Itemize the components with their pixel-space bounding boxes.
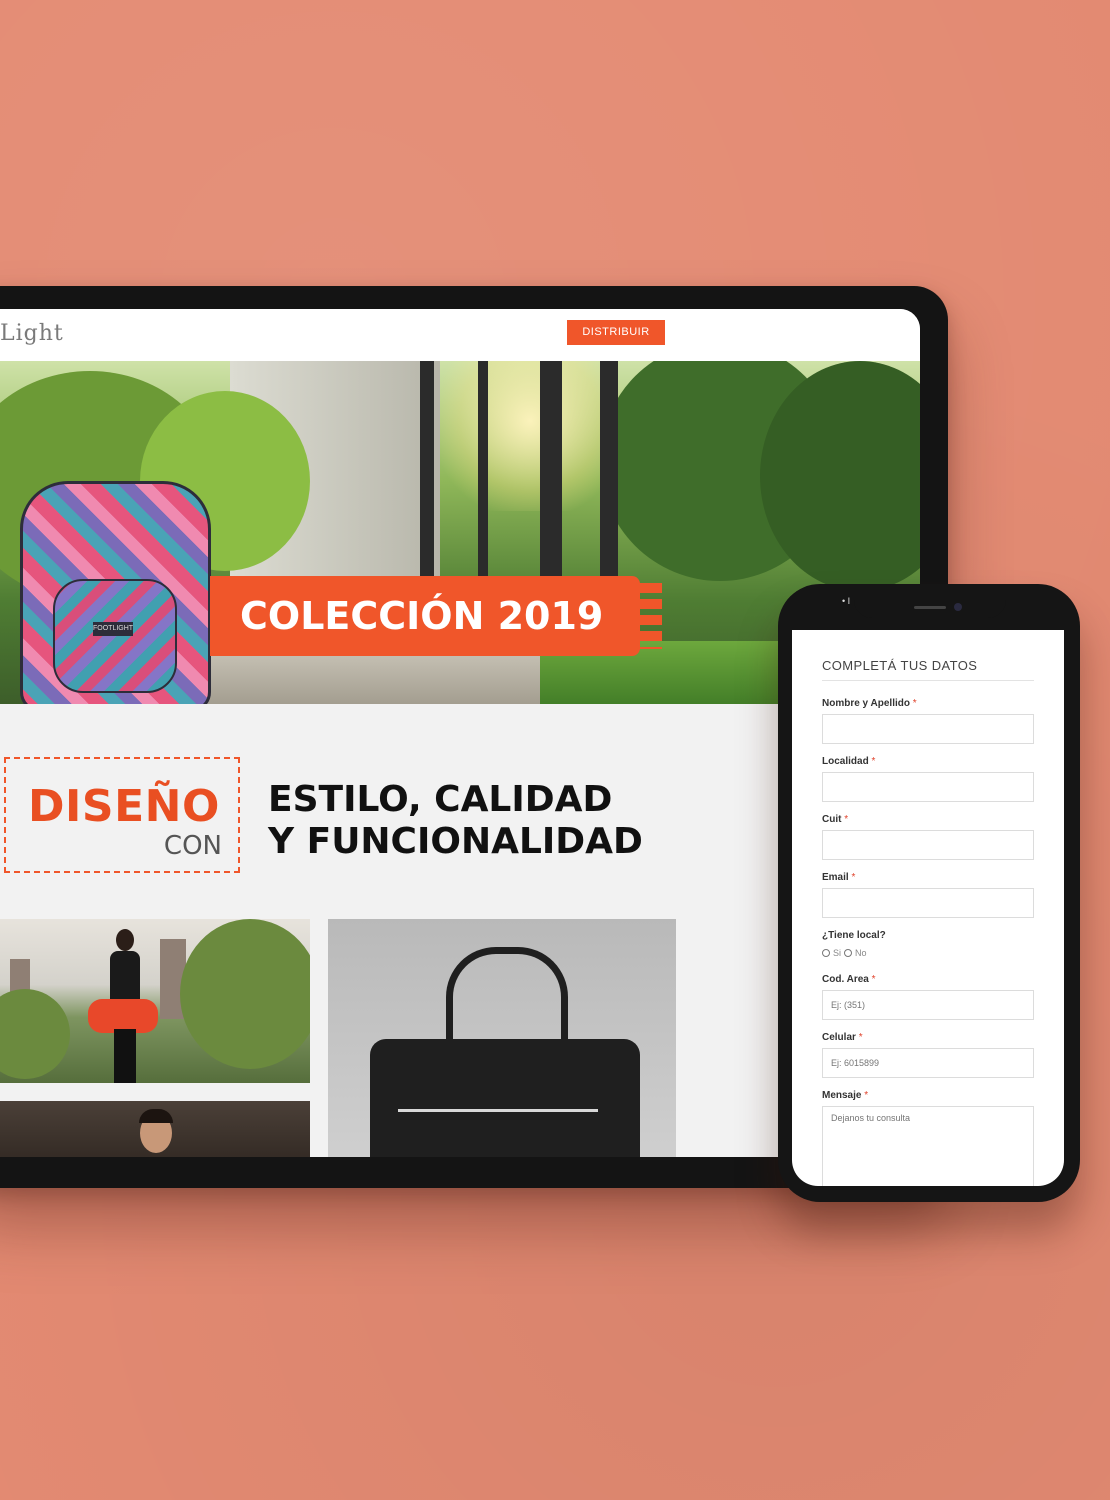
phone-notch <box>854 592 1006 618</box>
label-mensaje: Mensaje * <box>822 1090 869 1101</box>
hero-path <box>180 651 560 704</box>
email-input[interactable] <box>822 888 1034 918</box>
cuit-input[interactable] <box>822 830 1034 860</box>
phone-camera <box>954 603 962 611</box>
banner-brush-tail <box>630 583 662 649</box>
photo-city-walk[interactable] <box>0 919 310 1083</box>
walking-person <box>88 929 158 1083</box>
mensaje-textarea[interactable] <box>822 1106 1034 1186</box>
label-localidad: Localidad * <box>822 756 876 767</box>
portrait-hair <box>139 1109 173 1123</box>
bag-body <box>370 1039 640 1157</box>
design-badge: DISEÑO CON <box>4 757 240 873</box>
tagline-line-1: ESTILO, CALIDAD <box>268 779 613 820</box>
design-word: DISEÑO <box>28 781 220 832</box>
status-bar: • I <box>842 596 851 606</box>
backpack-pocket <box>53 579 177 693</box>
site-header: Light DISTRIBUIR <box>0 309 920 361</box>
cod-area-input[interactable] <box>822 990 1034 1020</box>
con-word: CON <box>163 831 222 861</box>
phone-screen: COMPLETÁ TUS DATOS Nombre y Apellido * L… <box>792 630 1064 1186</box>
radio-no-label: No <box>855 948 867 958</box>
celular-input[interactable] <box>822 1048 1034 1078</box>
bag-zipper <box>398 1109 598 1112</box>
radio-si[interactable] <box>822 949 830 957</box>
city-tree <box>180 919 310 1069</box>
photo-black-bag[interactable] <box>328 919 676 1157</box>
phone-speaker <box>914 606 946 609</box>
label-cuit: Cuit * <box>822 814 849 825</box>
tiene-local-radios: Si No <box>822 948 867 958</box>
nombre-input[interactable] <box>822 714 1034 744</box>
brand-logo[interactable]: Light <box>0 321 64 346</box>
label-cod-area: Cod. Area * <box>822 974 876 985</box>
collection-banner: COLECCIÓN 2019 <box>210 576 640 656</box>
phone-device: • I COMPLETÁ TUS DATOS Nombre y Apellido… <box>778 584 1080 1202</box>
photo-portrait[interactable] <box>0 1101 310 1157</box>
tagline-line-2: Y FUNCIONALIDAD <box>268 821 643 862</box>
label-celular: Celular * <box>822 1032 863 1043</box>
backpack-tag: FOOTLIGHT <box>93 622 133 636</box>
distribuir-button[interactable]: DISTRIBUIR <box>567 320 665 345</box>
backpack-image: FOOTLIGHT <box>20 481 211 704</box>
radio-no[interactable] <box>844 949 853 957</box>
label-tiene-local: ¿Tiene local? <box>822 930 886 941</box>
radio-si-label: Si <box>833 948 842 958</box>
label-nombre: Nombre y Apellido * <box>822 698 917 709</box>
label-email: Email * <box>822 872 856 883</box>
localidad-input[interactable] <box>822 772 1034 802</box>
form-divider <box>822 680 1034 681</box>
form-title: COMPLETÁ TUS DATOS <box>822 658 978 673</box>
tagline: ESTILO, CALIDAD Y FUNCIONALIDAD <box>268 779 643 863</box>
city-tree <box>0 989 70 1079</box>
